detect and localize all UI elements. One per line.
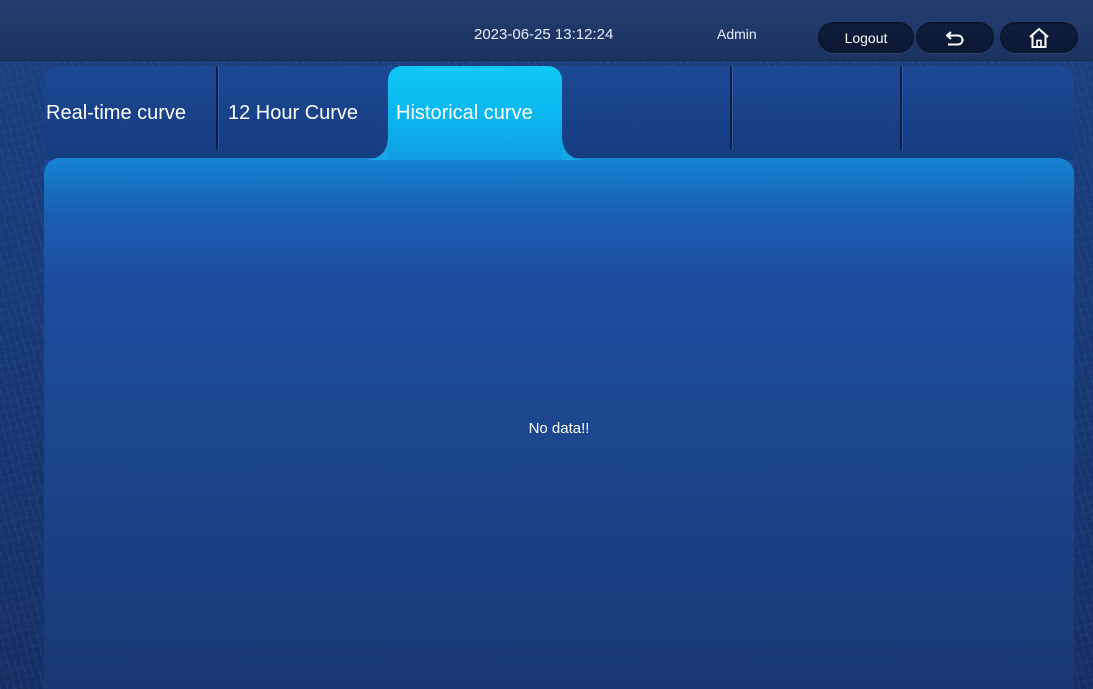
return-arrow-icon <box>944 29 966 47</box>
logout-label: Logout <box>844 29 888 46</box>
back-button[interactable] <box>916 22 994 53</box>
tab-empty-4[interactable] <box>564 66 730 160</box>
tab-corner-left <box>368 140 388 160</box>
tab-real-time-curve[interactable]: Real-time curve <box>46 66 216 160</box>
curve-panel: Real-time curve 12 Hour Curve Historical… <box>44 66 1074 689</box>
tab-label: Historical curve <box>396 101 533 124</box>
no-data-message: No data!! <box>528 420 590 437</box>
tab-empty-6[interactable] <box>902 66 1074 160</box>
tab-12-hour-curve[interactable]: 12 Hour Curve <box>228 66 388 160</box>
curve-content-area: No data!! <box>44 158 1074 689</box>
tab-corner-right <box>562 140 582 160</box>
tab-label: 12 Hour Curve <box>228 101 359 124</box>
current-user: Admin <box>717 26 757 42</box>
tab-label: Real-time curve <box>46 101 187 124</box>
logout-button[interactable]: Logout <box>818 22 914 53</box>
home-button[interactable] <box>1000 22 1078 53</box>
tab-divider <box>216 66 218 150</box>
tab-historical-curve[interactable]: Historical curve <box>388 66 562 160</box>
datetime-display: 2023-06-25 13:12:24 <box>474 26 614 43</box>
app-screen: 2023-06-25 13:12:24 Admin Logout Real-ti… <box>0 0 1093 689</box>
tab-empty-5[interactable] <box>732 66 900 160</box>
top-status-bar: 2023-06-25 13:12:24 Admin Logout <box>0 0 1093 60</box>
tab-strip: Real-time curve 12 Hour Curve Historical… <box>44 66 1074 160</box>
home-icon <box>1028 27 1050 49</box>
